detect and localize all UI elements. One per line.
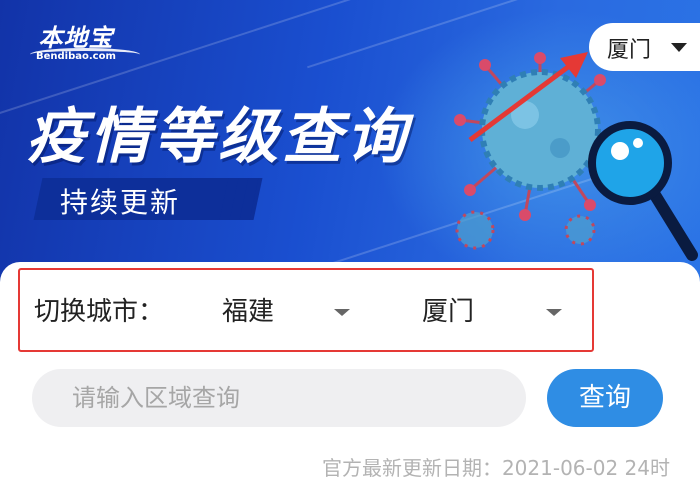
logo-swoosh	[30, 48, 140, 61]
caret-down-icon	[671, 43, 687, 52]
search-button[interactable]: 查询	[547, 369, 663, 427]
header-banner: 本地宝 Bendibao.com 疫情等级查询 持续更新 厦门	[0, 0, 700, 285]
page-subtitle: 持续更新	[60, 186, 181, 219]
chevron-down-icon	[334, 309, 350, 316]
province-value: 福建	[222, 297, 275, 327]
selected-city-label: 厦门	[607, 38, 652, 63]
update-date-text: 官方最新更新日期：2021-06-02 24时	[321, 456, 670, 480]
switch-city-label: 切换城市：	[34, 297, 165, 327]
chevron-down-icon	[546, 309, 562, 316]
page-title: 疫情等级查询	[26, 102, 410, 172]
city-selector-pill[interactable]: 厦门	[589, 23, 700, 71]
region-search-input[interactable]	[32, 369, 526, 427]
city-value: 厦门	[422, 297, 475, 327]
pointer-arrow-icon	[468, 52, 588, 143]
bendibao-logo[interactable]: 本地宝 Bendibao.com	[30, 18, 140, 62]
